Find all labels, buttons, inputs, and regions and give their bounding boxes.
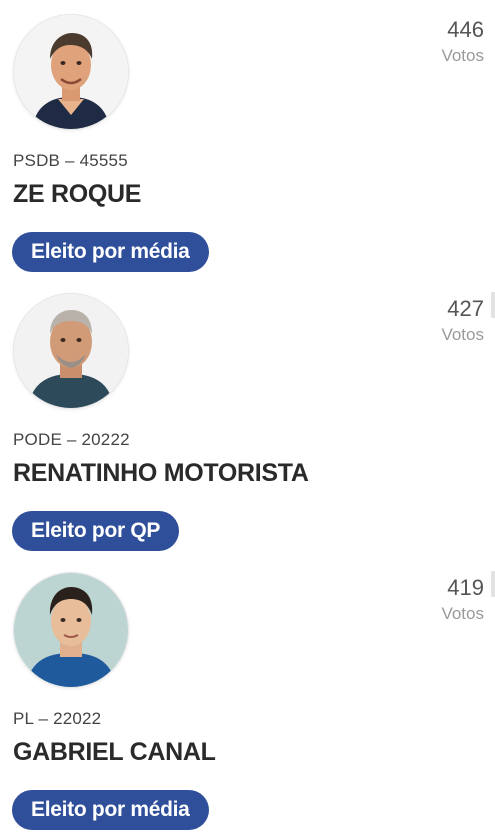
vote-count-block: 427 Votos bbox=[364, 295, 484, 347]
candidate-photo bbox=[13, 572, 129, 688]
candidate-card[interactable]: 446 Votos PSDB – 45555 ZE ROQUE Eleito p… bbox=[0, 0, 495, 279]
election-status-badge: Eleito por média bbox=[12, 232, 209, 272]
avatar-image bbox=[14, 573, 128, 687]
avatar-image bbox=[14, 294, 128, 408]
vote-count-block: 446 Votos bbox=[364, 16, 484, 68]
candidate-name: RENATINHO MOTORISTA bbox=[13, 459, 309, 487]
candidate-name: ZE ROQUE bbox=[13, 180, 142, 208]
vote-count: 427 bbox=[447, 296, 484, 321]
avatar-image bbox=[14, 15, 128, 129]
vote-count: 446 bbox=[447, 17, 484, 42]
vote-count-block: 419 Votos bbox=[364, 574, 484, 626]
vote-count: 419 bbox=[447, 575, 484, 600]
vote-label: Votos bbox=[441, 46, 484, 65]
party-number: PL – 22022 bbox=[13, 709, 102, 728]
candidate-card[interactable]: 427 Votos PODE – 20222 RENATINHO MOTORIS… bbox=[0, 279, 495, 558]
candidate-name: GABRIEL CANAL bbox=[13, 738, 216, 766]
candidate-card[interactable]: 419 Votos PL – 22022 GABRIEL CANAL Eleit… bbox=[0, 558, 495, 837]
vote-label: Votos bbox=[441, 325, 484, 344]
vote-label: Votos bbox=[441, 604, 484, 623]
candidate-photo bbox=[13, 293, 129, 409]
party-number: PSDB – 45555 bbox=[13, 151, 128, 170]
election-status-badge: Eleito por QP bbox=[12, 511, 180, 551]
party-number: PODE – 20222 bbox=[13, 430, 130, 449]
candidate-photo bbox=[13, 14, 129, 130]
election-status-badge: Eleito por média bbox=[12, 790, 209, 830]
